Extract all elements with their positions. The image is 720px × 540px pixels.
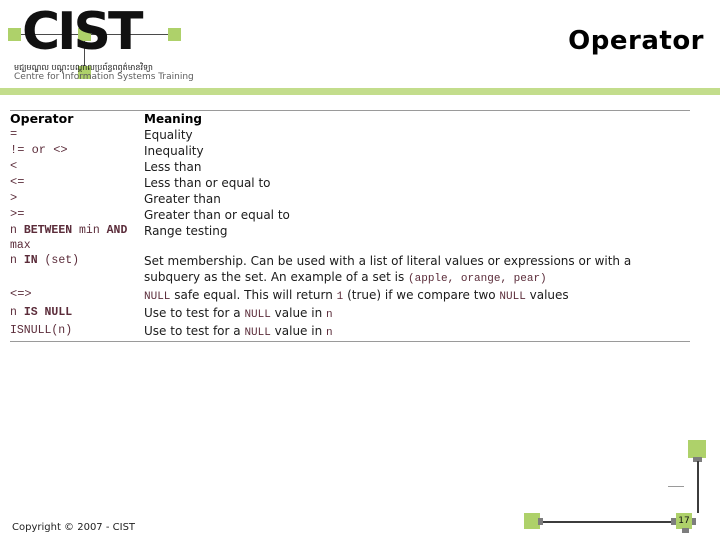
operator-table: Operator Meaning = Equality != or <> Inequali… (10, 110, 690, 342)
cell-operator: <=> (10, 287, 32, 301)
cell-meaning: Set membership. Can be used with a list … (144, 254, 632, 285)
cell-operator: <= (10, 175, 25, 189)
decoration-horizontal-line (538, 521, 688, 523)
logo-node-icon (8, 28, 21, 41)
cell-meaning: Inequality (144, 144, 204, 158)
cell-meaning: Less than (144, 160, 202, 174)
cell-meaning: NULL safe equal. This will return 1 (tru… (144, 288, 569, 303)
decoration-vertical-line (697, 461, 699, 513)
page-number: 17 (678, 516, 690, 526)
cell-meaning: Greater than or equal to (144, 208, 290, 222)
table-row: n BETWEEN min AND max Range testing (10, 223, 690, 253)
decoration-nub-icon (692, 518, 696, 525)
table-row: n IN (set) Set membership. Can be used wi… (10, 253, 690, 287)
column-header-operator: Operator (10, 111, 74, 126)
cell-meaning: Equality (144, 128, 193, 142)
table-header-row: Operator Meaning (10, 111, 690, 127)
table-bottom-rule (10, 341, 690, 342)
cell-operator: n IS NULL (10, 306, 73, 319)
decoration-node-top (688, 440, 706, 462)
table-row: <=> NULL safe equal. This will return 1 (… (10, 287, 690, 305)
cell-operator: >= (10, 207, 25, 221)
logo-english-subtitle: Centre for Information Systems Training (14, 72, 194, 82)
cell-operator: n IN (set) (10, 254, 80, 267)
slide-header: CIST មជ្ឃមណ្ឌល បណ្តុះបណ្តាលប្រព័ន្ធពឭត៌ម… (0, 0, 720, 88)
column-header-meaning: Meaning (144, 112, 202, 126)
cell-meaning: Use to test for a NULL value in n (144, 324, 333, 339)
page-title: Operator (568, 26, 704, 56)
table-body: Operator Meaning = Equality != or <> Inequali… (10, 111, 690, 341)
logo-node-icon (168, 28, 181, 41)
cell-meaning: Less than or equal to (144, 176, 271, 190)
decoration-nub-icon (538, 518, 543, 525)
cist-logo: CIST មជ្ឃមណ្ឌល បណ្តុះបណ្តាលប្រព័ន្ធពឭត៌ម… (8, 2, 194, 88)
cell-operator: != or <> (10, 143, 68, 157)
table-row: > Greater than (10, 191, 690, 207)
cell-operator: < (10, 159, 18, 173)
header-divider (0, 88, 720, 95)
logo-wordmark: CIST (22, 2, 143, 62)
decoration-square-icon (688, 440, 706, 458)
side-tick-divider (668, 486, 684, 487)
cell-meaning: Use to test for a NULL value in n (144, 306, 333, 321)
cell-operator: ISNULL(n) (10, 324, 73, 337)
table-row: >= Greater than or equal to (10, 207, 690, 223)
table-row: != or <> Inequality (10, 143, 690, 159)
cell-operator: n BETWEEN min AND max (10, 224, 135, 252)
cell-meaning: Greater than (144, 192, 221, 206)
cell-operator: = (10, 127, 18, 141)
cell-operator: > (10, 191, 18, 205)
copyright-text: Copyright © 2007 - CIST (12, 522, 136, 533)
table-row: <= Less than or equal to (10, 175, 690, 191)
table-row: ISNULL(n) Use to test for a NULL value in… (10, 323, 690, 341)
table-row: < Less than (10, 159, 690, 175)
table-row: n IS NULL Use to test for a NULL value in… (10, 305, 690, 323)
cell-meaning: Range testing (144, 224, 228, 238)
table-row: = Equality (10, 127, 690, 143)
footer-decoration: 17 (524, 512, 696, 534)
